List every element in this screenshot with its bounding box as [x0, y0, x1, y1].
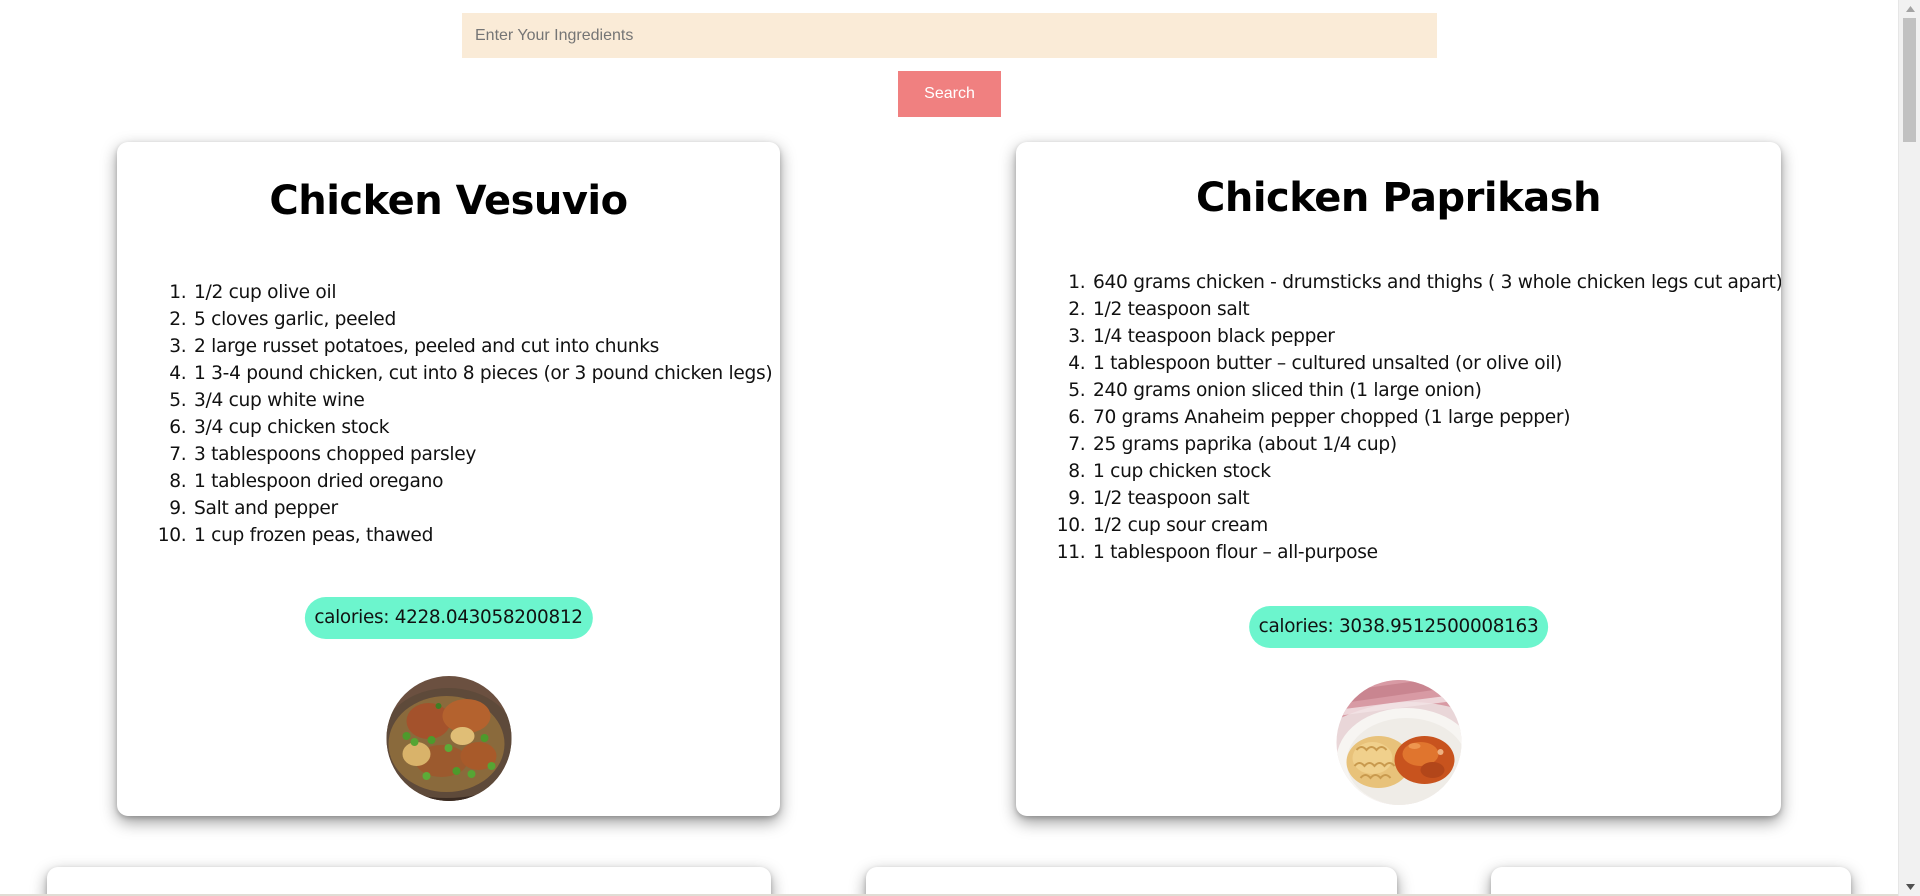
chicken-vesuvio-photo: [386, 676, 511, 801]
ingredients-search-input[interactable]: [462, 13, 1437, 58]
recipe-title: Chicken Paprikash: [1196, 175, 1602, 221]
ingredient-item: 25 grams paprika (about 1/4 cup): [1091, 431, 1781, 458]
ingredient-item: 1/2 cup olive oil: [192, 279, 780, 306]
ingredient-item: 3 tablespoons chopped parsley: [192, 441, 780, 468]
scroll-up-arrow-icon[interactable]: [1899, 0, 1920, 18]
ingredient-list: 640 grams chicken - drumsticks and thigh…: [1016, 269, 1781, 566]
ingredient-item: 1 tablespoon flour – all-purpose: [1091, 539, 1781, 566]
ingredient-list: 1/2 cup olive oil 5 cloves garlic, peele…: [117, 279, 780, 549]
ingredient-item: 240 grams onion sliced thin (1 large oni…: [1091, 377, 1781, 404]
search-button[interactable]: Search: [898, 71, 1001, 117]
recipe-card: [1491, 867, 1851, 896]
ingredient-item: 3/4 cup chicken stock: [192, 414, 780, 441]
ingredient-item: 5 cloves garlic, peeled: [192, 306, 780, 333]
ingredient-item: Salt and pepper: [192, 495, 780, 522]
ingredient-item: 1 3-4 pound chicken, cut into 8 pieces (…: [192, 360, 780, 387]
ingredient-item: 1/4 teaspoon black pepper: [1091, 323, 1781, 350]
ingredient-item: 1 tablespoon dried oregano: [192, 468, 780, 495]
ingredient-item: 1 cup chicken stock: [1091, 458, 1781, 485]
ingredient-item: 1 cup frozen peas, thawed: [192, 522, 780, 549]
recipe-card: [866, 867, 1397, 896]
calories-badge: calories: 3038.9512500008163: [1248, 606, 1549, 648]
recipe-card: Chicken Paprikash 640 grams chicken - dr…: [1016, 142, 1781, 816]
recipe-image: [1336, 680, 1461, 805]
vertical-scrollbar[interactable]: [1898, 0, 1920, 896]
ingredient-item: 1/2 teaspoon salt: [1091, 485, 1781, 512]
ingredient-item: 3/4 cup white wine: [192, 387, 780, 414]
recipe-card: Chicken Vesuvio 1/2 cup olive oil 5 clov…: [117, 142, 780, 816]
recipe-title: Chicken Vesuvio: [269, 178, 628, 224]
recipe-search-page: Search Chicken Vesuvio 1/2 cup olive oil…: [0, 0, 1898, 896]
ingredient-item: 1 tablespoon butter – cultured unsalted …: [1091, 350, 1781, 377]
ingredient-item: 70 grams Anaheim pepper chopped (1 large…: [1091, 404, 1781, 431]
ingredient-item: 2 large russet potatoes, peeled and cut …: [192, 333, 780, 360]
calories-badge: calories: 4228.043058200812: [304, 597, 593, 639]
ingredient-item: 1/2 teaspoon salt: [1091, 296, 1781, 323]
recipe-card: [47, 867, 771, 896]
scrollbar-thumb[interactable]: [1903, 18, 1916, 142]
recipe-image: [386, 676, 511, 801]
scroll-down-arrow-icon[interactable]: [1899, 878, 1920, 896]
ingredient-item: 640 grams chicken - drumsticks and thigh…: [1091, 269, 1781, 296]
ingredient-item: 1/2 cup sour cream: [1091, 512, 1781, 539]
chicken-paprikash-photo: [1336, 680, 1461, 805]
